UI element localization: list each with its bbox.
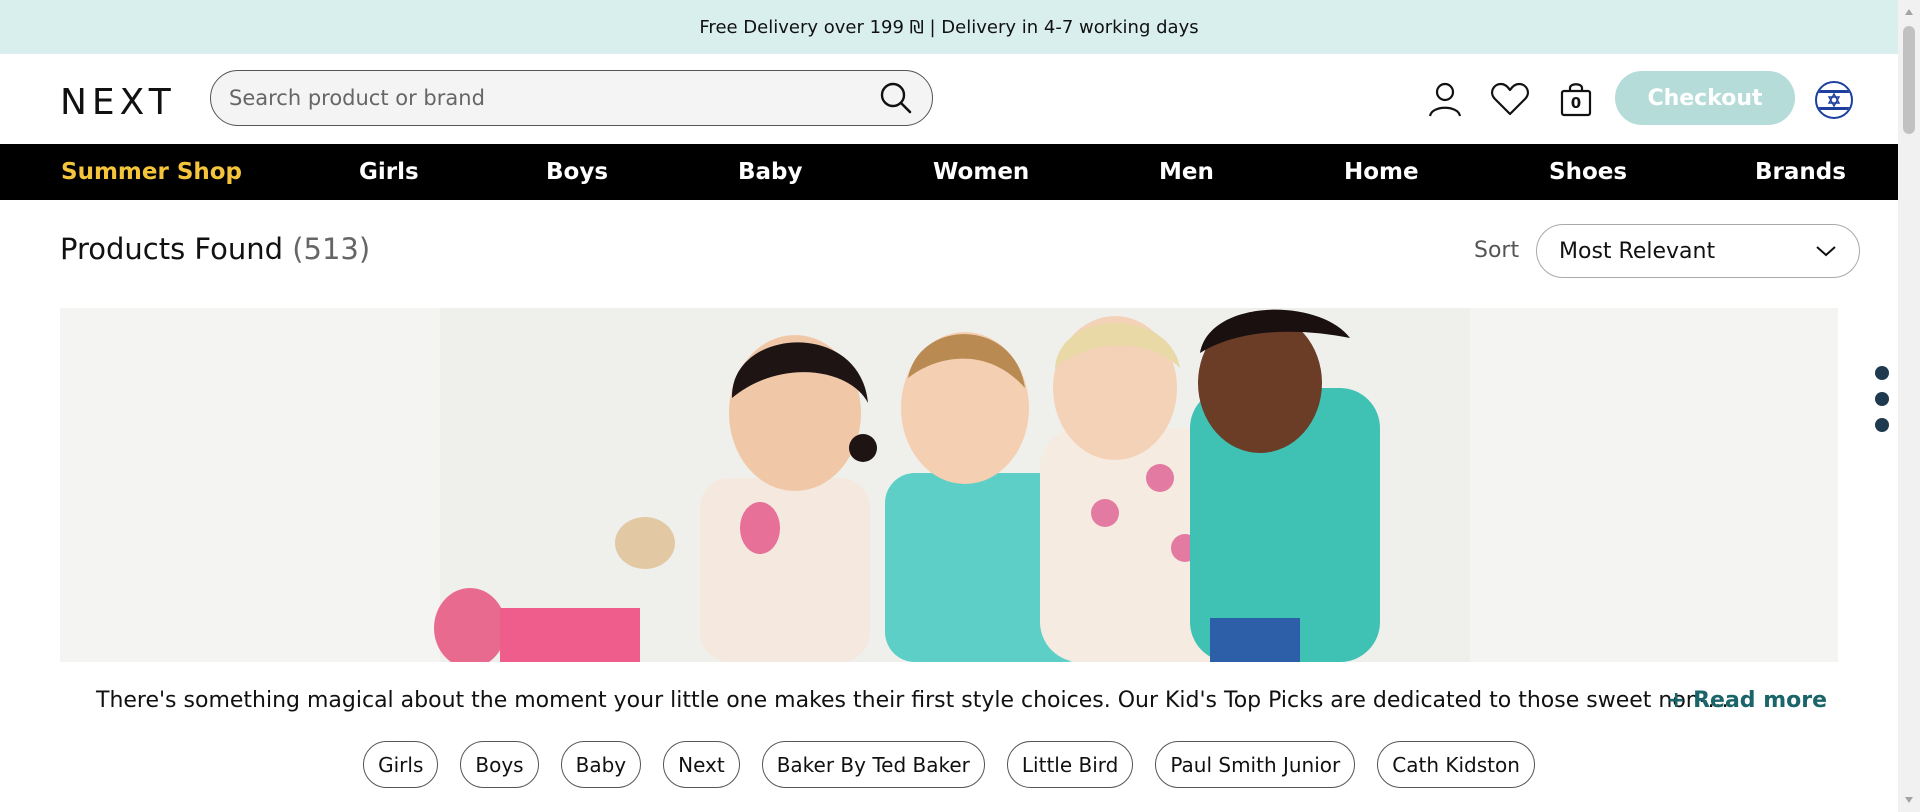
- carousel-dot[interactable]: [1875, 366, 1889, 380]
- country-selector[interactable]: [1815, 81, 1853, 119]
- category-description: There's something magical about the mome…: [96, 688, 1729, 713]
- scroll-up-arrow-icon[interactable]: [1903, 6, 1915, 18]
- results-count: (513): [292, 232, 371, 266]
- filter-chip-baby[interactable]: Baby: [560, 741, 642, 788]
- search-box: [210, 70, 933, 126]
- nav-boys[interactable]: Boys: [546, 144, 608, 200]
- account-button[interactable]: [1424, 78, 1466, 120]
- read-more-link[interactable]: + Read more: [1667, 688, 1827, 713]
- carousel-dot[interactable]: [1875, 392, 1889, 406]
- search-icon: [880, 82, 912, 114]
- filter-chip-cath-kidston[interactable]: Cath Kidston: [1377, 741, 1535, 788]
- search-input[interactable]: [229, 86, 878, 110]
- nav-summer-shop[interactable]: Summer Shop: [61, 144, 242, 200]
- main-nav: Summer Shop Girls Boys Baby Women Men Ho…: [0, 144, 1898, 200]
- nav-home[interactable]: Home: [1344, 144, 1419, 200]
- nav-shoes[interactable]: Shoes: [1549, 144, 1627, 200]
- carousel-dots: [1875, 366, 1889, 444]
- scroll-down-arrow-icon[interactable]: [1903, 794, 1915, 806]
- checkout-button[interactable]: Checkout: [1615, 71, 1795, 125]
- filter-chip-little-bird[interactable]: Little Bird: [1006, 741, 1134, 788]
- nav-brands[interactable]: Brands: [1755, 144, 1846, 200]
- filter-chips: Girls Boys Baby Next Baker By Ted Baker …: [0, 741, 1898, 788]
- search-button[interactable]: [878, 80, 914, 116]
- sort-label: Sort: [1474, 238, 1520, 263]
- bag-button[interactable]: 0: [1555, 78, 1597, 120]
- nav-girls[interactable]: Girls: [359, 144, 419, 200]
- filter-chip-paul-smith-junior[interactable]: Paul Smith Junior: [1155, 741, 1356, 788]
- hero-banner[interactable]: [60, 308, 1838, 662]
- sort-dropdown[interactable]: Most Relevant: [1536, 224, 1860, 278]
- israel-flag-icon: [1817, 90, 1851, 110]
- sort-selected-value: Most Relevant: [1559, 238, 1716, 264]
- header: NEXT 0 Checkout: [0, 54, 1898, 144]
- filter-chip-next[interactable]: Next: [663, 741, 740, 788]
- nav-women[interactable]: Women: [933, 144, 1029, 200]
- bag-count: 0: [1570, 94, 1582, 112]
- filter-chip-girls[interactable]: Girls: [363, 741, 439, 788]
- carousel-dot[interactable]: [1875, 418, 1889, 432]
- vertical-scrollbar[interactable]: [1898, 0, 1920, 812]
- promo-bar: Free Delivery over 199 ₪ | Delivery in 4…: [0, 0, 1898, 54]
- user-icon: [1428, 82, 1462, 117]
- scroll-thumb[interactable]: [1903, 26, 1915, 134]
- filter-chip-baker-by-ted-baker[interactable]: Baker By Ted Baker: [761, 741, 985, 788]
- heart-icon: [1491, 82, 1529, 116]
- results-title-text: Products Found: [60, 232, 283, 266]
- filter-chip-boys[interactable]: Boys: [460, 741, 539, 788]
- next-logo[interactable]: NEXT: [60, 82, 176, 123]
- page-title: Products Found (513): [60, 232, 370, 266]
- promo-text: Free Delivery over 199 ₪ | Delivery in 4…: [699, 16, 1199, 38]
- hero-kids-image: [60, 308, 1838, 662]
- nav-men[interactable]: Men: [1159, 144, 1214, 200]
- favourites-button[interactable]: [1489, 78, 1531, 120]
- nav-baby[interactable]: Baby: [738, 144, 803, 200]
- chevron-down-icon: [1816, 246, 1836, 257]
